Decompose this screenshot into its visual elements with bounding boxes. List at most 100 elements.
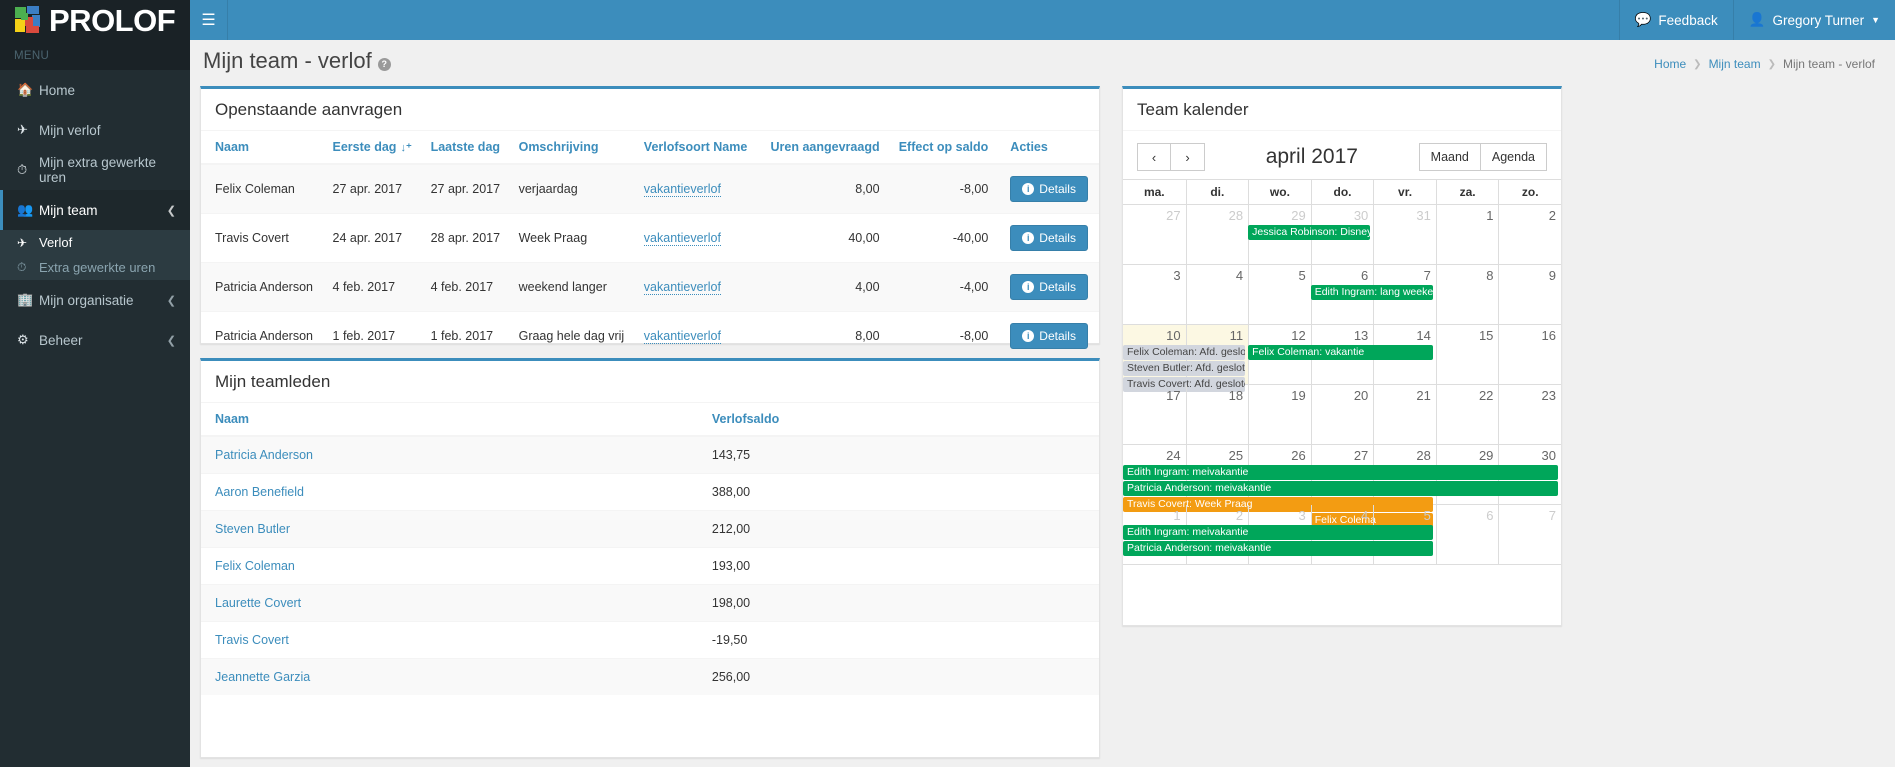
member-link[interactable]: Patricia Anderson bbox=[215, 448, 313, 462]
calendar-day-cell[interactable]: 4 bbox=[1185, 265, 1249, 324]
breadcrumb-item-home[interactable]: Home bbox=[1654, 57, 1686, 71]
help-icon[interactable]: ? bbox=[377, 57, 391, 71]
verlofsoort-link[interactable]: vakantieverlof bbox=[643, 182, 721, 197]
member-link[interactable]: Felix Coleman bbox=[215, 559, 295, 573]
cell-acties: i Details bbox=[996, 213, 1099, 263]
sort-desc-icon: ↓⁺ bbox=[400, 142, 412, 154]
calendar-day-cell[interactable]: 9 bbox=[1498, 265, 1561, 324]
calendar-view-maand[interactable]: Maand bbox=[1418, 143, 1481, 171]
sidebar-subitem-verlof[interactable]: ✈ Verlof bbox=[0, 230, 190, 255]
hamburger-icon[interactable]: ☰ bbox=[190, 0, 228, 40]
details-button[interactable]: i Details bbox=[1010, 274, 1088, 300]
cell-omschrijving: Week Praag bbox=[510, 213, 636, 263]
brand-logo[interactable]: PROLOF bbox=[0, 0, 190, 40]
calendar-day-cell[interactable]: 15 bbox=[1435, 325, 1499, 384]
calendar-day-cell[interactable]: 31 bbox=[1373, 205, 1436, 264]
cell-verlofsoort: vakantieverlof bbox=[635, 311, 759, 360]
member-link[interactable]: Aaron Benefield bbox=[215, 485, 304, 499]
calendar-event[interactable]: Patricia Anderson: meivakantie bbox=[1123, 481, 1558, 496]
calendar-event[interactable]: Jessica Robinson: Disney bbox=[1248, 225, 1371, 240]
calendar-day-cell[interactable]: 20 bbox=[1310, 385, 1374, 444]
calendar-toolbar: ‹ › april 2017 Maand Agenda bbox=[1123, 131, 1561, 179]
verlofsoort-link[interactable]: vakantieverlof bbox=[643, 280, 721, 295]
member-link[interactable]: Travis Covert bbox=[215, 633, 289, 647]
feedback-button[interactable]: 💬 Feedback bbox=[1618, 0, 1733, 40]
cell-naam: Patricia Anderson bbox=[201, 262, 325, 312]
calendar-day-cell[interactable]: 2 bbox=[1498, 205, 1561, 264]
col-verlofsoort[interactable]: Verlofsoort Name bbox=[635, 131, 759, 165]
sidebar-item-mijn-verlof[interactable]: ✈ Mijn verlof bbox=[0, 110, 190, 150]
calendar-day-cell[interactable]: 21 bbox=[1373, 385, 1436, 444]
verlofsoort-link[interactable]: vakantieverlof bbox=[643, 231, 721, 246]
calendar-day-cell[interactable]: 27 bbox=[1123, 205, 1186, 264]
calendar-event[interactable]: Patricia Anderson: meivakantie bbox=[1123, 541, 1433, 556]
calendar-day-cell[interactable]: 1 bbox=[1435, 205, 1499, 264]
calendar-view-agenda[interactable]: Agenda bbox=[1480, 143, 1547, 171]
page-title: Mijn team - verlof ? bbox=[203, 48, 391, 74]
members-table-head: Naam Verlofsaldo bbox=[201, 403, 1099, 437]
info-icon: i bbox=[1022, 232, 1035, 244]
user-icon: 👤 bbox=[1748, 12, 1766, 27]
calendar-day-cell[interactable]: 8 bbox=[1435, 265, 1499, 324]
info-icon: i bbox=[1022, 330, 1035, 342]
calendar-day-cell[interactable]: 22 bbox=[1435, 385, 1499, 444]
col-laatste-dag[interactable]: Laatste dag bbox=[422, 131, 511, 165]
sidebar-item-mijn-extra-gewerkte-uren[interactable]: ⏱ Mijn extra gewerkte uren bbox=[0, 150, 190, 190]
col-eerste-dag[interactable]: Eerste dag ↓⁺ bbox=[324, 131, 423, 165]
calendar-event[interactable]: Edith Ingram: meivakantie bbox=[1123, 525, 1433, 540]
cell-verlofsaldo: -19,50 bbox=[703, 621, 1099, 659]
caret-down-icon: ▼ bbox=[1871, 15, 1880, 25]
cell-effect: -8,00 bbox=[887, 311, 997, 360]
calendar-day-cell[interactable]: 19 bbox=[1248, 385, 1311, 444]
calendar-event[interactable]: Edith Ingram: meivakantie bbox=[1123, 465, 1558, 480]
calendar-day-cell[interactable]: 5 bbox=[1248, 265, 1311, 324]
calendar-week-row: 24 25 26 27 28 29 30 Edith Ingram: meivakantie P… bbox=[1123, 445, 1561, 528]
calendar-event[interactable]: Felix Coleman: Afd. gesloten bbox=[1123, 345, 1246, 360]
calendar-day-name: do. bbox=[1310, 180, 1374, 204]
calendar-day-cell[interactable]: 6 bbox=[1435, 505, 1499, 564]
table-row: Patricia Anderson 4 feb. 2017 4 feb. 2017 w… bbox=[201, 262, 1099, 312]
member-link[interactable]: Steven Butler bbox=[215, 522, 290, 536]
col-naam[interactable]: Naam bbox=[201, 131, 325, 165]
col-omschrijving[interactable]: Omschrijving bbox=[510, 131, 636, 165]
table-row: Patricia Anderson 1 feb. 2017 1 feb. 2017 G… bbox=[201, 311, 1099, 360]
col-naam[interactable]: Naam bbox=[201, 403, 704, 437]
calendar-day-cell[interactable]: 23 bbox=[1498, 385, 1561, 444]
user-menu[interactable]: 👤 Gregory Turner ▼ bbox=[1732, 0, 1895, 40]
calendar-next-button[interactable]: › bbox=[1171, 143, 1205, 171]
calendar-day-cell[interactable]: 28 bbox=[1185, 205, 1249, 264]
sidebar-subitem-label: Extra gewerkte uren bbox=[39, 260, 156, 275]
member-link[interactable]: Jeannette Garzia bbox=[215, 670, 310, 684]
details-button[interactable]: i Details bbox=[1010, 323, 1088, 349]
verlofsoort-link[interactable]: vakantieverlof bbox=[643, 329, 721, 344]
col-effect-op-saldo[interactable]: Effect op saldo bbox=[887, 131, 997, 165]
col-verlofsaldo[interactable]: Verlofsaldo bbox=[703, 403, 1099, 437]
col-uren-aangevraagd[interactable]: Uren aangevraagd bbox=[758, 131, 888, 165]
sidebar-item-home[interactable]: 🏠 Home bbox=[0, 70, 190, 110]
calendar-day-cell[interactable]: 18 bbox=[1185, 385, 1249, 444]
sidebar-item-beheer[interactable]: ⚙ Beheer ❮ bbox=[0, 320, 190, 360]
calendar-day-name: za. bbox=[1435, 180, 1499, 204]
prolof-logo-icon bbox=[14, 5, 44, 35]
sidebar-item-mijn-team[interactable]: 👥 Mijn team ❮ bbox=[0, 190, 190, 230]
details-button[interactable]: i Details bbox=[1010, 176, 1088, 202]
sidebar-subitem-extra-gewerkte-uren[interactable]: ⏱ Extra gewerkte uren bbox=[0, 255, 190, 280]
member-link[interactable]: Laurette Covert bbox=[215, 596, 301, 610]
calendar-day-cell[interactable]: 17 bbox=[1123, 385, 1186, 444]
col-acties[interactable]: Acties bbox=[996, 131, 1099, 165]
sidebar-item-mijn-organisatie[interactable]: 🏢 Mijn organisatie ❮ bbox=[0, 280, 190, 320]
calendar-day-cell[interactable]: 7 bbox=[1498, 505, 1561, 564]
cell-effect: -40,00 bbox=[887, 213, 997, 263]
cell-verlofsaldo: 212,00 bbox=[703, 510, 1099, 548]
calendar-prev-button[interactable]: ‹ bbox=[1137, 143, 1171, 171]
calendar-event[interactable]: Steven Butler: Afd. gesloten bbox=[1123, 361, 1246, 376]
calendar-day-cell[interactable]: 3 bbox=[1123, 265, 1186, 324]
breadcrumb-item-mijn-team[interactable]: Mijn team bbox=[1709, 57, 1761, 71]
calendar-event[interactable]: Edith Ingram: lang weekend bbox=[1310, 285, 1433, 300]
cell-naam: Steven Butler bbox=[201, 510, 704, 548]
top-navbar: ☰ 💬 Feedback 👤 Gregory Turner ▼ bbox=[190, 0, 1895, 40]
calendar-event[interactable]: Felix Coleman: vakantie bbox=[1248, 345, 1433, 360]
details-button[interactable]: i Details bbox=[1010, 225, 1088, 251]
sidebar-menu-label: MENU bbox=[0, 40, 190, 70]
calendar-day-cell[interactable]: 16 bbox=[1498, 325, 1561, 384]
